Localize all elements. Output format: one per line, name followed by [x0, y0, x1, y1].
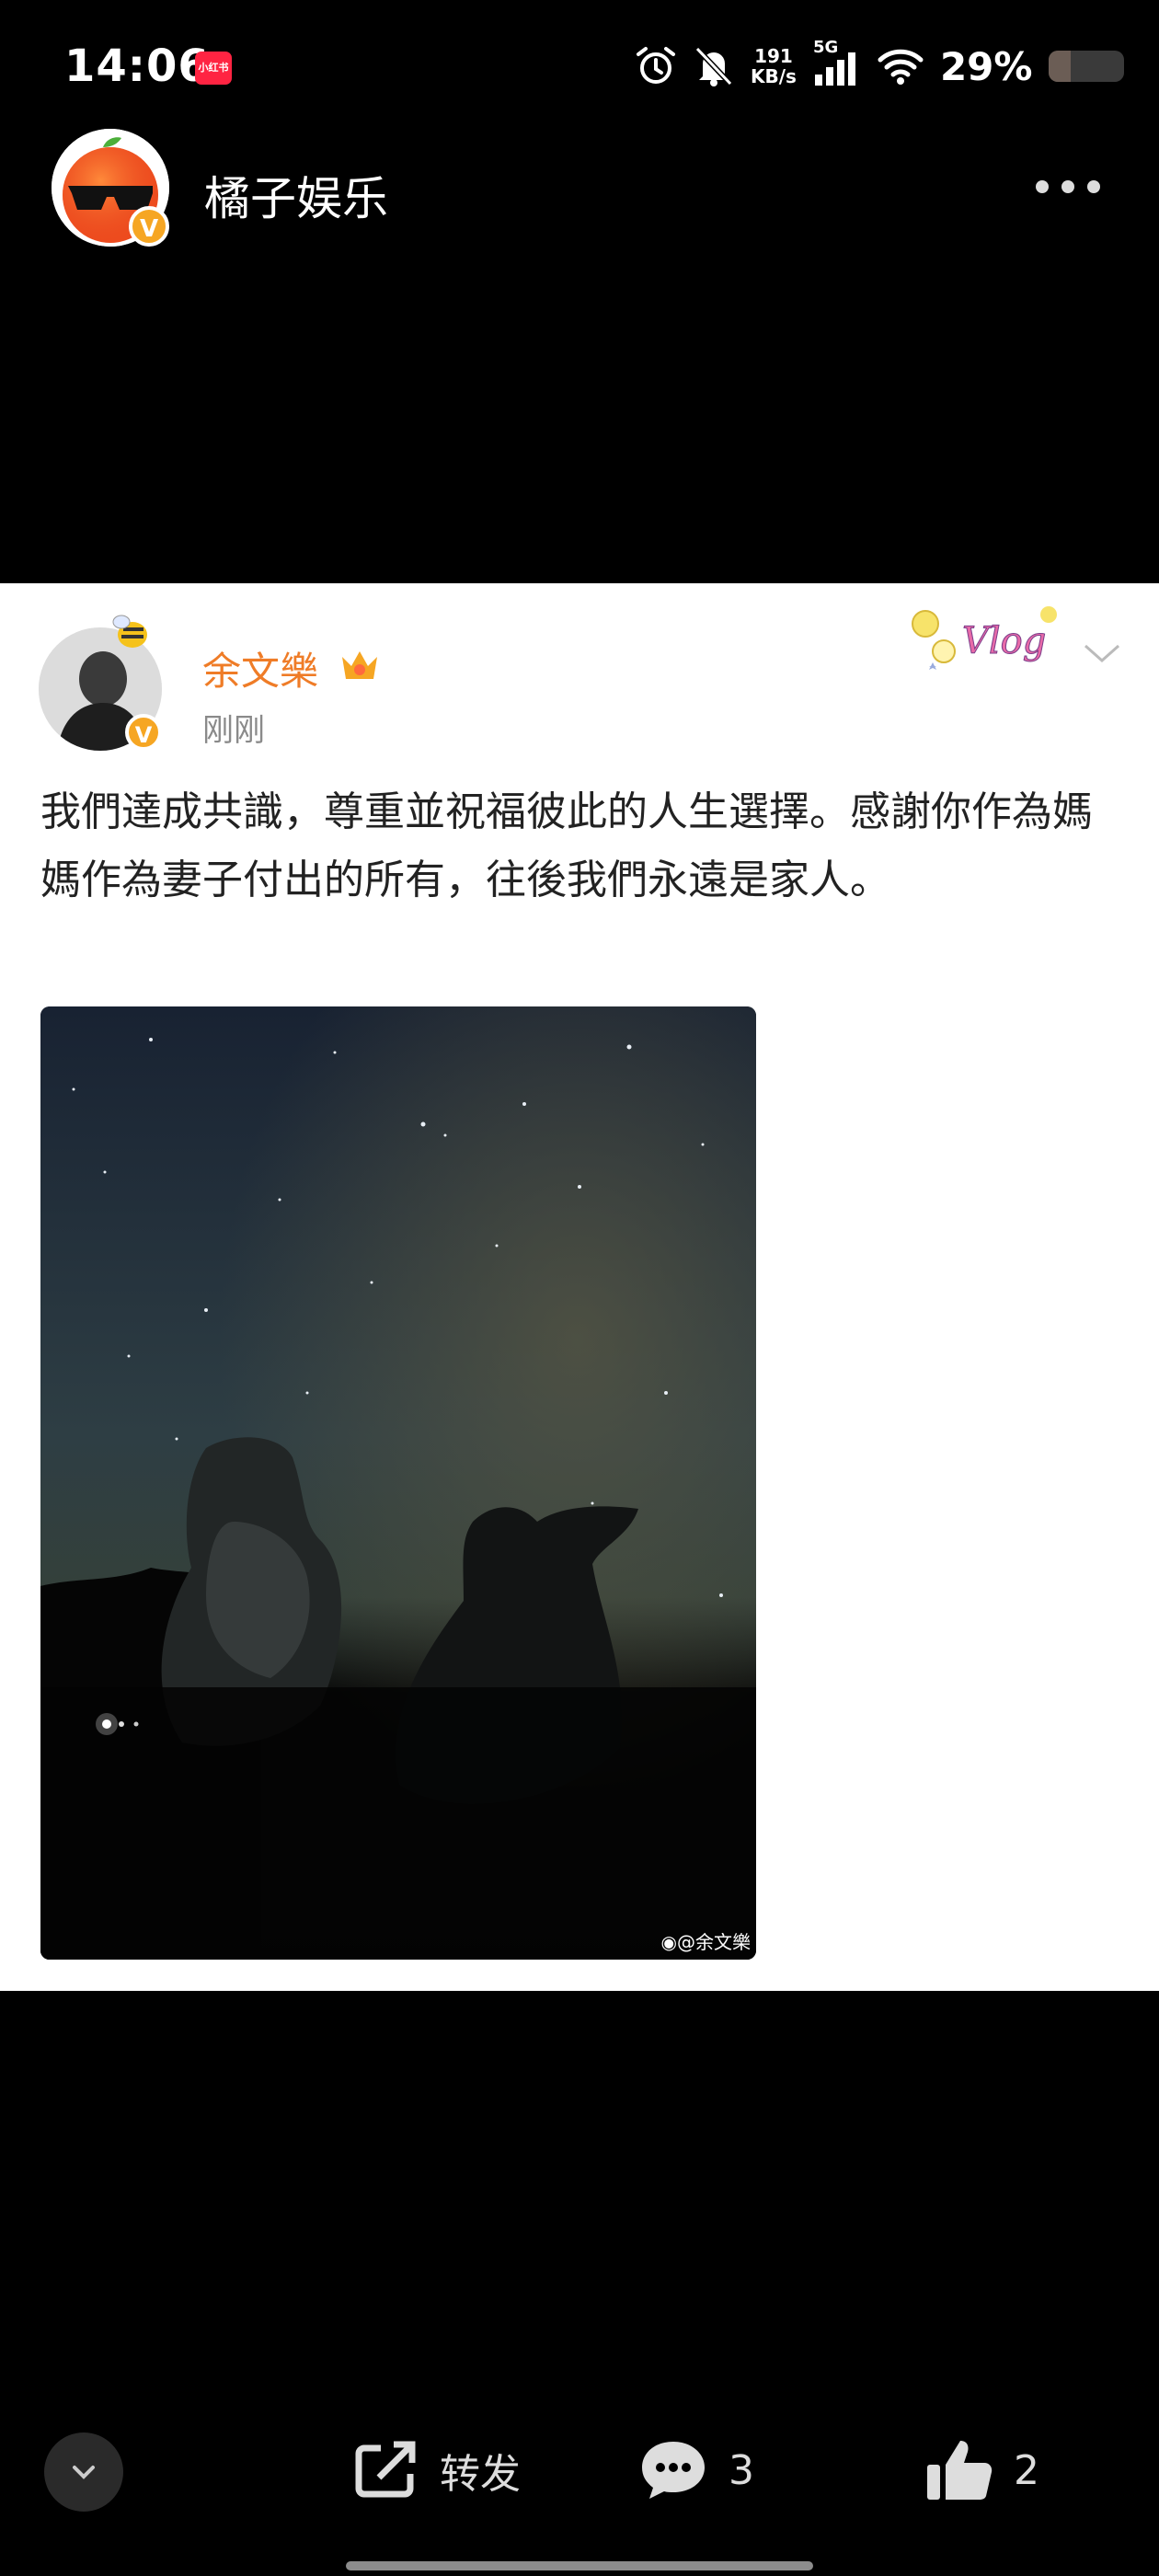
signal-icon [814, 52, 855, 86]
vlog-sticker: Vlog [912, 606, 1057, 670]
more-options-button[interactable] [1036, 180, 1100, 193]
comment-count: 3 [729, 2446, 754, 2494]
vip-crown-icon [342, 651, 377, 679]
bottom-action-bar: 转发 3 2 [0, 2410, 1159, 2530]
bee-badge-icon [112, 615, 147, 648]
post-image[interactable]: ◉@余文樂 [40, 1006, 756, 1960]
collapse-button[interactable] [44, 2432, 123, 2512]
dot [1061, 180, 1074, 193]
author-name[interactable]: 余文樂 [202, 640, 318, 696]
image-watermark: ◉@余文樂 [661, 1927, 751, 1954]
watermark-text: @余文樂 [677, 1931, 751, 1953]
repost-button[interactable]: 转发 [353, 2438, 521, 2502]
battery-icon [1049, 51, 1125, 82]
share-icon [355, 2441, 416, 2498]
chevron-down-icon[interactable] [1082, 638, 1122, 666]
mute-icon [694, 46, 733, 86]
post-time: 刚刚 [202, 712, 265, 749]
vlog-text: Vlog [962, 620, 1046, 662]
night-sky-photo [40, 1006, 756, 1960]
battery-level-fill [1049, 51, 1072, 82]
post-text: 我們達成共識，尊重並祝福彼此的人生選擇。感謝你作為媽媽作為妻子付出的所有，往後我… [40, 788, 1093, 903]
network-speed-value: 191 [754, 45, 793, 67]
status-time: 14:06 [64, 40, 210, 92]
home-indicator[interactable] [346, 2561, 813, 2570]
comment-button[interactable]: 3 [638, 2438, 754, 2502]
battery-percent: 29% [939, 43, 1033, 89]
signal-block: 5G [813, 38, 861, 89]
comment-icon [642, 2442, 705, 2499]
wifi-icon [878, 49, 924, 85]
alarm-icon [637, 47, 675, 84]
verified-badge: V [129, 206, 169, 247]
chevron-down-icon [73, 2466, 95, 2479]
status-icons: 191 KB/s 5G 29% [635, 38, 1125, 92]
post-card: V 余文樂 刚刚 Vlog 我們達成共識，尊重並祝福彼此的人生選擇。感謝你作為媽… [0, 583, 1159, 1991]
status-bar: 14:06 小红书 191 KB/s 5G 29% [0, 0, 1159, 138]
author-verified-badge: V [125, 714, 162, 751]
app-badge: 小红书 [195, 52, 232, 85]
like-count: 2 [1014, 2446, 1039, 2494]
dot [1087, 180, 1100, 193]
network-speed: 191 KB/s [751, 46, 797, 86]
like-button[interactable]: 2 [925, 2438, 1039, 2502]
weibo-icon: ◉ [660, 1931, 677, 1953]
thumbs-up-icon [927, 2441, 993, 2500]
account-name[interactable]: 橘子娱乐 [204, 162, 388, 228]
dot [1036, 180, 1049, 193]
network-speed-unit: KB/s [751, 65, 797, 87]
repost-label: 转发 [440, 2451, 521, 2498]
